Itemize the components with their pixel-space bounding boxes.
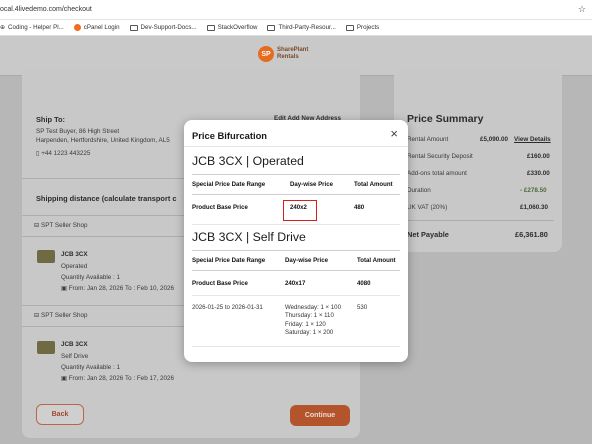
bookmarks-bar: ⊕ Coding - Helper Pl... cPanel Login Dev-… <box>0 20 592 36</box>
summary-value-duration: - £278.50 <box>520 187 547 194</box>
logo-mark: SP <box>258 46 274 62</box>
bookmark-stackoverflow[interactable]: StackOverflow <box>206 24 257 31</box>
summary-label-duration: Duration <box>407 187 431 194</box>
folder-icon <box>206 24 215 31</box>
url-text[interactable]: ocal.4livedemo.com/checkout <box>0 6 92 13</box>
summary-value-rental: £5,090.00 <box>480 136 509 143</box>
table-header: Total Amount <box>357 257 396 264</box>
summary-label-deposit: Rental Security Deposit <box>407 153 473 160</box>
table-divider <box>192 270 400 271</box>
summary-label-rental: Rental Amount <box>407 136 449 143</box>
net-payable-value: £6,361.80 <box>515 230 548 239</box>
item-mode-2: Self Drive <box>61 353 89 360</box>
section-title-operated: JCB 3CX | Operated <box>192 154 304 168</box>
divider <box>404 220 554 221</box>
item-mode-1: Operated <box>61 263 88 270</box>
table-cell: 530 <box>357 304 368 311</box>
modal-title: Price Bifurcation <box>192 130 268 141</box>
folder-icon <box>345 24 354 31</box>
browser-url-bar[interactable]: ocal.4livedemo.com/checkout ☆ <box>0 0 592 20</box>
table-cell: 2026-01-25 to 2026-01-31 <box>192 304 263 311</box>
bookmark-projects[interactable]: Projects <box>345 24 379 31</box>
logo-text: SharePlant Rentals <box>277 47 309 60</box>
table-cell: Product Base Price <box>192 280 248 287</box>
view-details-link[interactable]: View Details <box>514 136 551 143</box>
table-divider <box>192 346 400 347</box>
table-cell-daywise: Wednesday: 1 × 100 Thursday: 1 × 110 Fri… <box>285 304 341 337</box>
table-divider <box>192 295 400 296</box>
price-summary-card <box>394 68 562 252</box>
product-thumbnail <box>37 250 55 263</box>
close-icon[interactable]: × <box>390 126 398 141</box>
table-header: Special Price Date Range <box>192 257 266 264</box>
section-title-self-drive: JCB 3CX | Self Drive <box>192 230 306 244</box>
table-header: Day-wise Price <box>285 257 329 264</box>
continue-button[interactable]: Continue <box>290 405 350 426</box>
bookmark-third-party[interactable]: Third-Party-Resour... <box>267 24 336 31</box>
cpanel-icon <box>73 24 81 31</box>
summary-value-addons: £330.00 <box>527 170 550 177</box>
item-name-1: JCB 3CX <box>61 251 88 258</box>
site-logo[interactable]: SP SharePlant Rentals <box>258 46 308 62</box>
modal-header-divider <box>184 146 408 147</box>
bookmark-cpanel[interactable]: cPanel Login <box>73 24 120 31</box>
highlight-box <box>283 200 317 221</box>
table-header: Day-wise Price <box>290 181 334 188</box>
table-cell: 480 <box>354 204 365 211</box>
bookmark-dev-support[interactable]: Dev-Support-Docs... <box>129 24 197 31</box>
table-divider <box>192 250 400 251</box>
item-qty-1: Quantity Available : 1 <box>61 274 121 281</box>
shop-icon: ⊟ <box>34 222 42 229</box>
ship-address-line2: Harpenden, Hertfordshire, United Kingdom… <box>36 137 170 144</box>
ship-phone: ▯ +44 1223 443225 <box>36 150 91 157</box>
table-divider <box>192 174 400 175</box>
shop-icon: ⊟ <box>34 312 42 319</box>
item-dates-1: ▣ From: Jan 28, 2026 To : Feb 10, 2026 <box>61 285 174 292</box>
seller-shop-2: ⊟ SPT Seller Shop <box>34 312 88 319</box>
globe-icon: ⊕ <box>0 25 6 31</box>
price-bifurcation-modal: Price Bifurcation × JCB 3CX | Operated S… <box>184 120 408 362</box>
price-summary-title: Price Summary <box>407 113 484 125</box>
ship-address-line1: SP Test Buyer, 86 High Street <box>36 128 120 135</box>
summary-label-addons: Add-ons total amount <box>407 170 467 177</box>
item-dates-2: ▣ From: Jan 28, 2026 To : Feb 17, 2026 <box>61 375 174 382</box>
folder-icon <box>267 24 276 31</box>
item-name-2: JCB 3CX <box>61 341 88 348</box>
seller-shop-1: ⊟ SPT Seller Shop <box>34 222 88 229</box>
table-cell: 4080 <box>357 280 371 287</box>
table-cell: Product Base Price <box>192 204 248 211</box>
table-header: Special Price Date Range <box>192 181 266 188</box>
table-header: Total Amount <box>354 181 393 188</box>
summary-value-deposit: £160.00 <box>527 153 550 160</box>
calendar-icon: ▣ <box>61 375 69 382</box>
table-divider <box>192 224 400 225</box>
ship-to-title: Ship To: <box>36 115 66 124</box>
summary-label-vat: UK VAT (20%) <box>407 204 448 211</box>
table-cell: 240x17 <box>285 280 306 287</box>
bookmark-star-icon[interactable]: ☆ <box>578 4 586 15</box>
product-thumbnail <box>37 341 55 354</box>
back-button[interactable]: Back <box>36 404 84 425</box>
table-divider <box>192 194 400 195</box>
item-qty-2: Quantity Available : 1 <box>61 364 121 371</box>
calendar-icon: ▣ <box>61 285 69 292</box>
folder-icon <box>129 24 138 31</box>
net-payable-label: Net Payable <box>407 230 449 239</box>
bookmark-coding[interactable]: ⊕ Coding - Helper Pl... <box>0 24 64 31</box>
summary-value-vat: £1,060.30 <box>520 204 549 211</box>
shipping-distance-title: Shipping distance (calculate transport c <box>36 194 177 203</box>
